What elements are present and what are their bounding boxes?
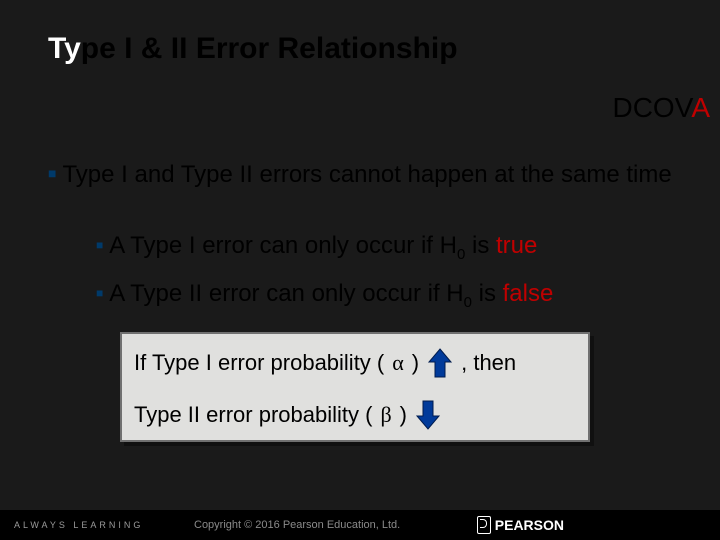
bullet-square-icon: ■ xyxy=(96,238,103,252)
sub-a-pre: A Type I error can only occur if H xyxy=(109,232,457,259)
title-black: pe I & II Error Relationship xyxy=(81,32,458,65)
arrow-down-icon xyxy=(415,400,441,430)
line1-pre: If Type I error probability ( xyxy=(134,350,384,376)
main-bullet: ■ Type I and Type II errors cannot happen… xyxy=(48,160,680,190)
line1-tail: , then xyxy=(461,350,516,376)
sub-b-post: is xyxy=(472,280,503,307)
sub-b-pre: A Type II error can only occur if H xyxy=(109,280,463,307)
arrow-up-icon xyxy=(427,348,453,378)
title-white: Ty xyxy=(48,32,81,65)
line2-post: ) xyxy=(400,402,407,428)
box-line-1: If Type I error probability ( α) , then xyxy=(134,348,516,378)
main-bullet-text: Type I and Type II errors cannot happen … xyxy=(62,161,671,188)
sub-b-word: false xyxy=(503,280,554,307)
slide-title: Type I & II Error Relationship xyxy=(48,32,458,66)
line2-pre: Type II error probability ( xyxy=(134,402,372,428)
pearson-text: PEARSON xyxy=(495,517,564,533)
sub-b-subscript: 0 xyxy=(464,294,472,311)
beta-symbol: β xyxy=(380,402,391,428)
sub-bullet-a: ■A Type I error can only occur if H0 is … xyxy=(96,232,690,263)
pearson-p-icon xyxy=(477,516,491,534)
callout-box: If Type I error probability ( α) , then T… xyxy=(120,332,590,442)
bullet-square-icon: ■ xyxy=(96,286,103,300)
sub-a-post: is xyxy=(465,232,496,259)
alpha-symbol: α xyxy=(392,350,404,376)
always-learning-label: ALWAYS LEARNING xyxy=(14,520,143,530)
line1-post: ) xyxy=(412,350,419,376)
box-line-2: Type II error probability ( β) xyxy=(134,400,441,430)
pearson-logo: PEARSON xyxy=(477,516,564,534)
bullet-square-icon: ■ xyxy=(48,165,56,181)
dcova-prefix: DCOV xyxy=(612,92,691,123)
chapter-slide-label: Chapter 9, Slide 15 xyxy=(601,518,712,533)
slide: Type I & II Error Relationship DCOVA ■ Ty… xyxy=(0,0,720,540)
dcova-highlight: A xyxy=(691,92,710,123)
copyright-text: Copyright © 2016 Pearson Education, Ltd. xyxy=(194,519,400,531)
dcova-label: DCOVA xyxy=(612,92,710,124)
sub-bullet-b: ■ A Type II error can only occur if H0 is… xyxy=(96,280,690,311)
sub-a-word: true xyxy=(496,232,537,259)
